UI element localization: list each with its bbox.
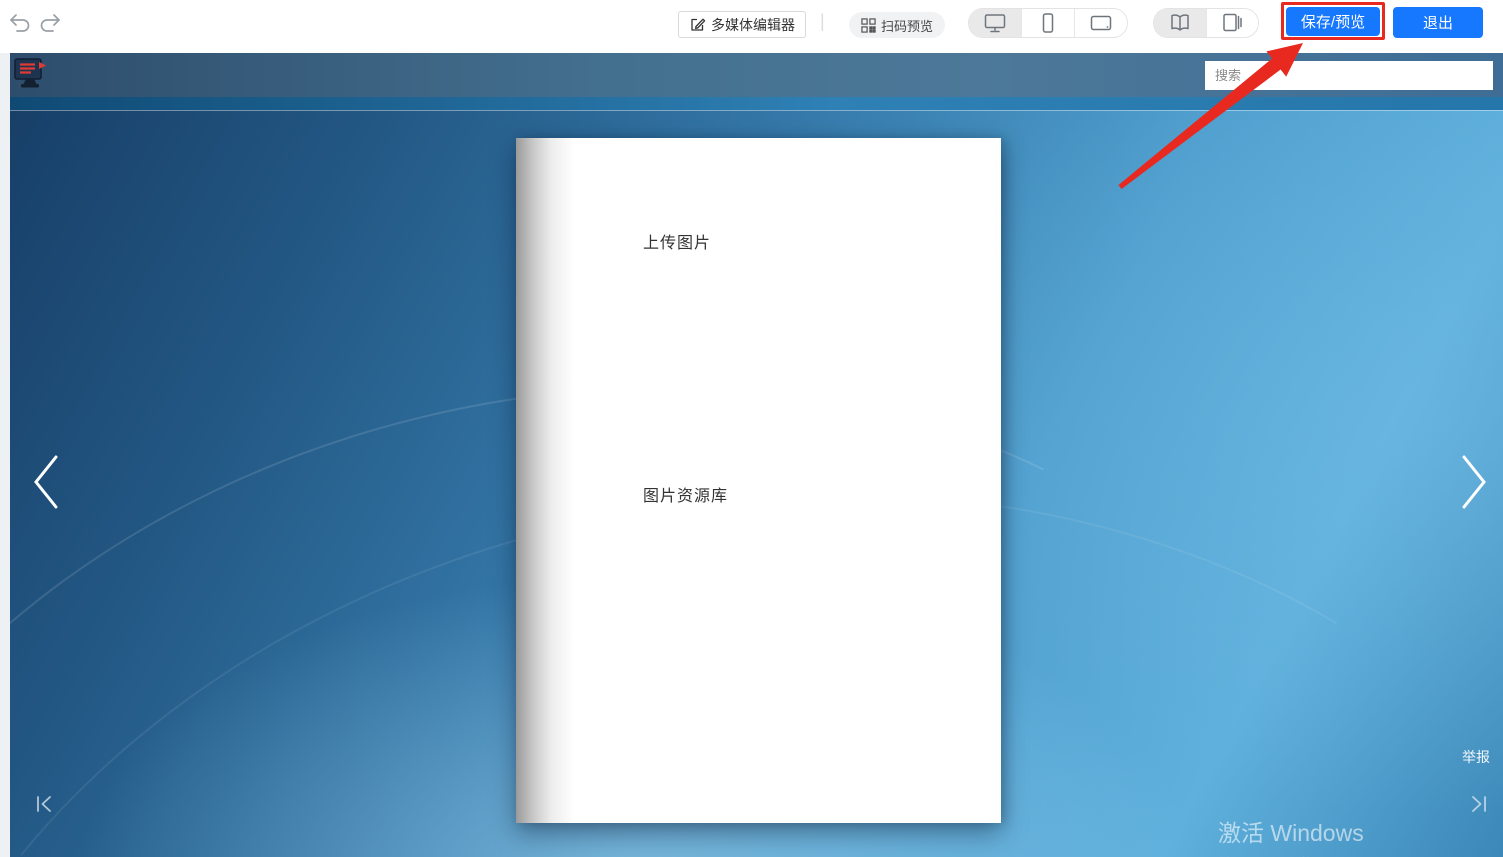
exit-button[interactable]: 退出 — [1393, 7, 1483, 38]
undo-icon — [6, 9, 34, 37]
page-mode-single-toggle[interactable] — [1207, 9, 1259, 37]
chevron-right-icon — [1458, 454, 1490, 510]
undo-button[interactable] — [6, 9, 34, 37]
toolbar-separator: | — [820, 11, 825, 32]
device-view-toggle — [968, 8, 1128, 38]
scan-preview-label: 扫码预览 — [881, 16, 933, 35]
first-page-button[interactable] — [34, 794, 54, 814]
book-text-library: 图片资源库 — [643, 482, 728, 506]
prev-page-button[interactable] — [30, 454, 62, 510]
book-spine-gradient — [516, 138, 574, 823]
search-input[interactable] — [1205, 61, 1493, 90]
device-tablet-toggle[interactable] — [1075, 9, 1127, 37]
scan-preview-button[interactable]: 扫码预览 — [849, 12, 945, 38]
page-mode-spread-toggle[interactable] — [1154, 9, 1207, 37]
top-toolbar: 多媒体编辑器 | 扫码预览 — [0, 0, 1503, 53]
flipbook-editor-app: 多媒体编辑器 | 扫码预览 — [0, 0, 1503, 857]
windows-activation-watermark: 激活 Windows 转到“设置”以激活 Windows。 — [1218, 814, 1400, 857]
qr-code-icon — [861, 18, 876, 33]
save-button-highlight: 保存/预览 — [1281, 2, 1385, 40]
save-preview-button[interactable]: 保存/预览 — [1286, 7, 1380, 36]
media-editor-label: 多媒体编辑器 — [711, 15, 795, 35]
device-phone-toggle[interactable] — [1022, 9, 1075, 37]
watermark-title: 激活 Windows — [1218, 814, 1400, 848]
book-spread-icon — [1168, 12, 1192, 34]
flipbook-stage: 上传图片 图片资源库 举报 激活 Windows 转到“设置”以 — [10, 110, 1503, 857]
device-desktop-toggle[interactable] — [969, 9, 1022, 37]
last-page-icon — [1469, 794, 1489, 814]
flipbook-header-bar — [10, 53, 1503, 97]
book-page[interactable]: 上传图片 图片资源库 — [516, 138, 1001, 823]
header-accent-band — [10, 97, 1503, 110]
desktop-icon — [983, 12, 1007, 34]
report-link[interactable]: 举报 — [1462, 747, 1490, 767]
page-mode-toggle — [1153, 8, 1259, 38]
edit-pencil-icon — [689, 16, 706, 33]
chevron-left-icon — [30, 454, 62, 510]
phone-icon — [1036, 12, 1060, 34]
next-page-button[interactable] — [1458, 454, 1490, 510]
monitor-logo-icon — [12, 56, 48, 92]
redo-icon — [36, 9, 64, 37]
last-page-button[interactable] — [1469, 794, 1489, 814]
media-editor-button[interactable]: 多媒体编辑器 — [678, 11, 806, 38]
book-text-upload: 上传图片 — [643, 229, 711, 253]
first-page-icon — [34, 794, 54, 814]
single-page-icon — [1220, 12, 1244, 34]
tablet-icon — [1089, 12, 1113, 34]
redo-button[interactable] — [36, 9, 64, 37]
